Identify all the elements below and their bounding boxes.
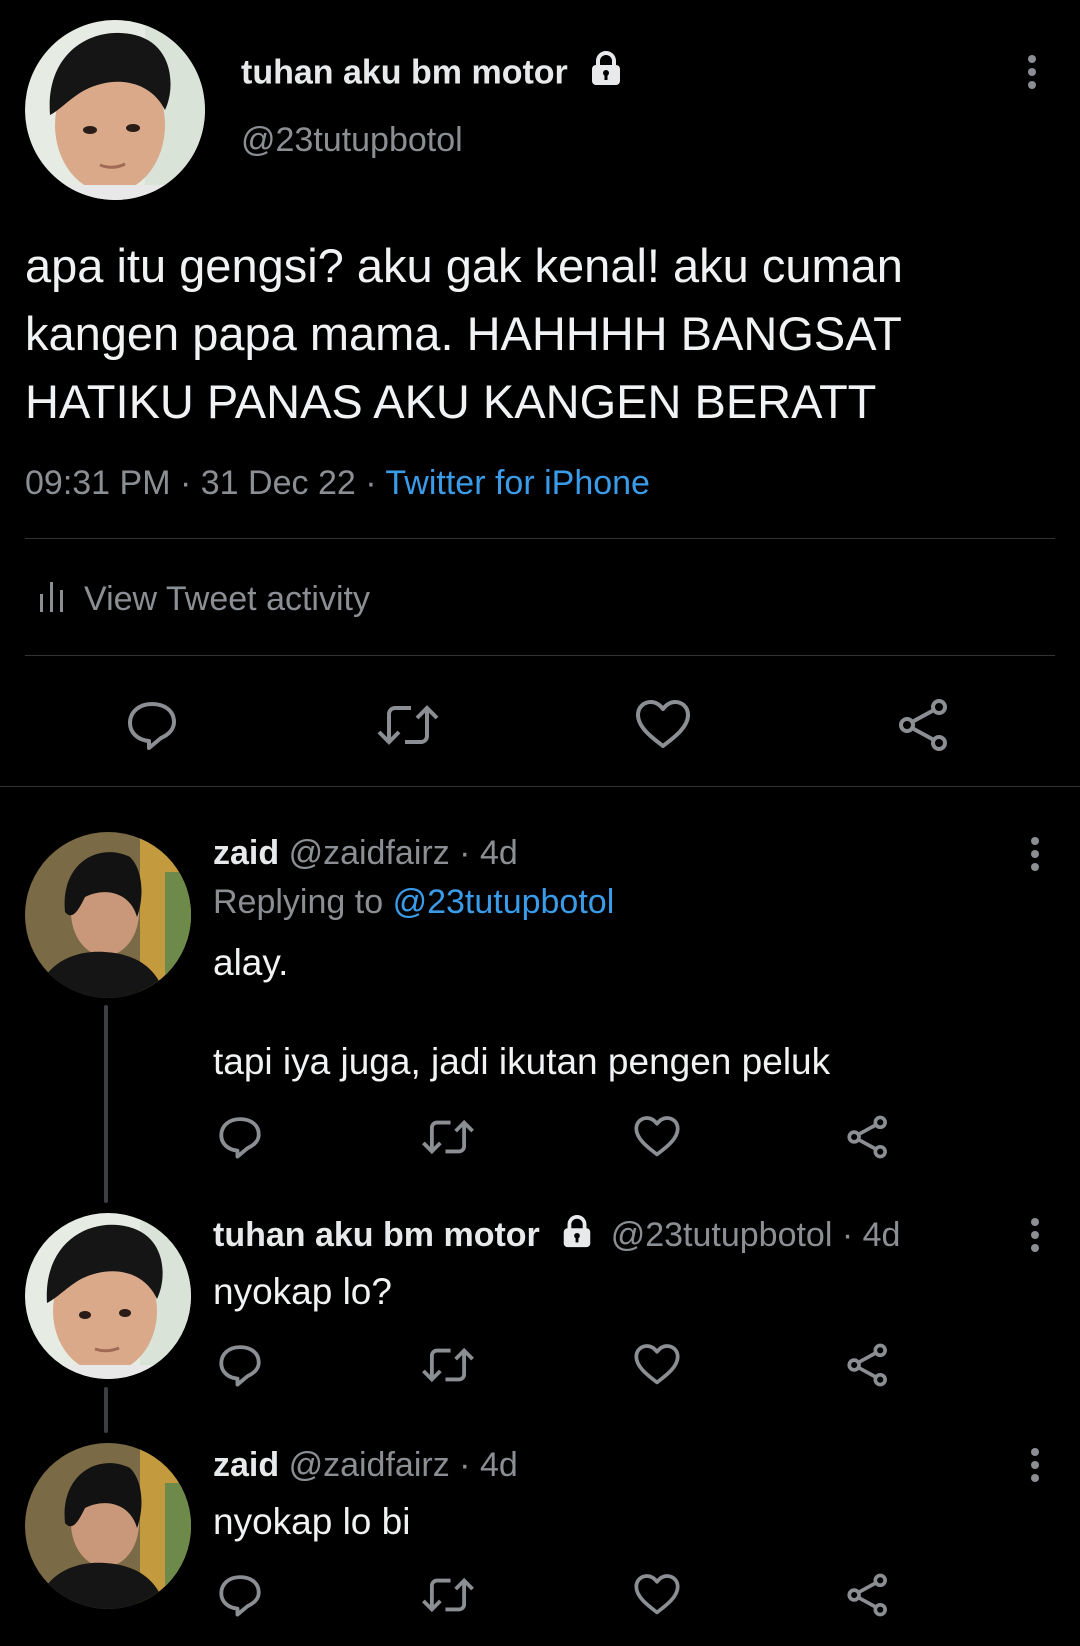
reply-text: nyokap lo bi — [213, 1501, 411, 1542]
share-icon — [847, 1115, 887, 1159]
separator: · — [841, 1216, 854, 1254]
like-button[interactable] — [633, 695, 693, 755]
thread-line — [104, 1387, 108, 1433]
reply-age: 4d — [479, 834, 518, 872]
like-button[interactable] — [632, 1112, 682, 1162]
share-button[interactable] — [895, 695, 953, 755]
more-icon[interactable] — [1025, 1218, 1045, 1252]
view-tweet-activity-label[interactable]: View Tweet activity — [84, 580, 370, 619]
retweet-button[interactable] — [420, 1570, 476, 1620]
avatar[interactable] — [25, 1443, 191, 1609]
share-icon — [847, 1343, 887, 1387]
bar-chart-icon — [38, 581, 66, 617]
like-icon — [634, 1574, 680, 1615]
reply-header: zaid @zaidfairz · 4d — [213, 831, 518, 875]
retweet-icon — [422, 1577, 474, 1613]
replying-to: Replying to @23tutupbotol — [213, 880, 614, 924]
divider — [25, 655, 1055, 656]
reply-text-line: alay. — [213, 942, 289, 983]
reply-text-line: tapi iya juga, jadi ikutan pengen peluk — [213, 1041, 831, 1082]
tweet-text: apa itu gengsi? aku gak kenal! aku cuman… — [25, 232, 903, 436]
tweet-date: 31 Dec 22 — [200, 464, 356, 502]
display-name-text[interactable]: tuhan aku bm motor — [241, 53, 568, 91]
more-icon[interactable] — [1025, 837, 1045, 871]
tweet-text-line: HATIKU PANAS AKU KANGEN BERATT — [25, 375, 877, 428]
reply-text: nyokap lo? — [213, 1271, 392, 1312]
reply-age: 4d — [862, 1216, 901, 1254]
more-icon[interactable] — [1025, 1448, 1045, 1482]
share-button[interactable] — [843, 1570, 893, 1620]
handle[interactable]: @23tutupbotol — [241, 118, 463, 162]
display-name[interactable]: tuhan aku bm motor — [241, 50, 625, 99]
separator: · — [459, 834, 471, 872]
view-tweet-activity-link[interactable]: View Tweet activity — [38, 577, 370, 621]
reply-icon — [219, 1575, 261, 1617]
reply-button[interactable] — [215, 1340, 265, 1390]
tweet-source-link[interactable]: Twitter for iPhone — [385, 464, 650, 502]
display-name[interactable]: zaid — [213, 1446, 279, 1484]
share-icon — [899, 699, 947, 751]
reply-icon — [219, 1117, 261, 1159]
reply-header: zaid @zaidfairz · 4d — [213, 1443, 518, 1487]
avatar[interactable] — [25, 832, 191, 998]
separator: · — [459, 1446, 471, 1484]
tweet-time: 09:31 PM — [25, 464, 171, 502]
reply-button[interactable] — [122, 695, 182, 755]
display-name[interactable]: tuhan aku bm motor — [213, 1216, 540, 1254]
reply-header: tuhan aku bm motor @23tutupbotol · 4d — [213, 1213, 900, 1261]
tweet-meta: 09:31 PM · 31 Dec 22 · Twitter for iPhon… — [25, 461, 650, 505]
replying-to-link[interactable]: @23tutupbotol — [393, 883, 615, 921]
replying-to-label: Replying to — [213, 883, 384, 921]
reply-button[interactable] — [215, 1112, 265, 1162]
separator: · — [365, 464, 377, 502]
retweet-button[interactable] — [420, 1340, 476, 1390]
tweet-text-line: apa itu gengsi? aku gak kenal! aku cuman — [25, 239, 903, 292]
avatar[interactable] — [25, 20, 205, 200]
share-button[interactable] — [843, 1340, 893, 1390]
display-name[interactable]: zaid — [213, 834, 279, 872]
like-icon — [634, 1344, 680, 1385]
handle[interactable]: @zaidfairz — [289, 1446, 450, 1484]
separator: · — [179, 464, 192, 502]
lock-icon — [587, 50, 625, 99]
reply-icon — [128, 702, 176, 750]
retweet-icon — [422, 1347, 474, 1383]
lock-icon — [559, 1214, 595, 1261]
share-icon — [847, 1573, 887, 1617]
retweet-icon — [422, 1119, 474, 1155]
like-button[interactable] — [632, 1570, 682, 1620]
reply-age: 4d — [479, 1446, 518, 1484]
like-button[interactable] — [632, 1340, 682, 1390]
thread-line — [104, 1005, 108, 1203]
like-icon — [634, 1116, 680, 1157]
more-icon[interactable] — [1022, 55, 1042, 89]
retweet-button[interactable] — [420, 1112, 476, 1162]
share-button[interactable] — [843, 1112, 893, 1162]
divider — [0, 786, 1080, 787]
retweet-button[interactable] — [375, 695, 441, 755]
reply-button[interactable] — [215, 1570, 265, 1620]
avatar[interactable] — [25, 1213, 191, 1379]
handle[interactable]: @23tutupbotol — [611, 1216, 833, 1254]
retweet-icon — [377, 705, 439, 745]
reply-icon — [219, 1345, 261, 1387]
handle[interactable]: @zaidfairz — [289, 834, 450, 872]
like-icon — [636, 700, 690, 748]
divider — [25, 538, 1055, 539]
tweet-text-line: kangen papa mama. HAHHHH BANGSAT — [25, 307, 902, 360]
